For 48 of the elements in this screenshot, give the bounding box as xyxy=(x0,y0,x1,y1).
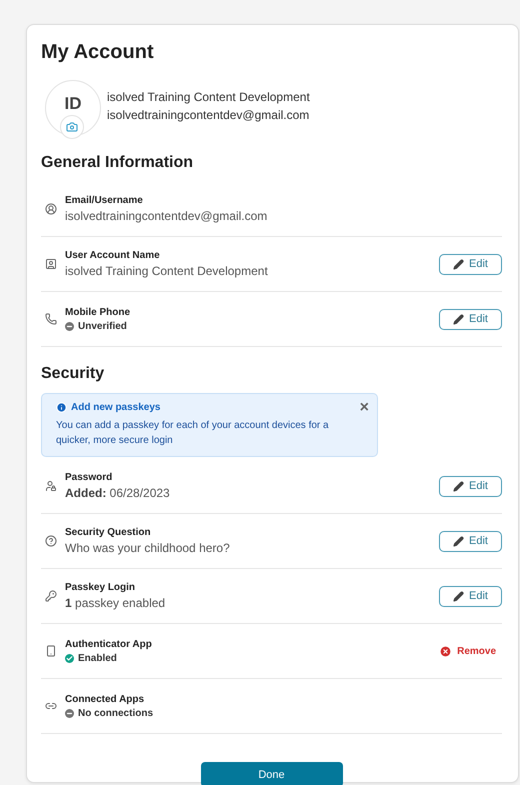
status-text: Unverified xyxy=(78,320,127,332)
field-value: isolvedtrainingcontentdev@gmail.com xyxy=(65,209,268,223)
edit-button[interactable]: Edit xyxy=(439,308,502,330)
pencil-icon xyxy=(453,314,464,324)
field-label: User Account Name xyxy=(65,250,161,261)
edit-button[interactable]: Edit xyxy=(439,530,502,552)
field-label: Mobile Phone xyxy=(65,306,131,318)
field-label: Authenticator App xyxy=(65,638,153,650)
field-value: isolved Training Content Development xyxy=(65,264,269,278)
field-value: Who was your childhood hero? xyxy=(65,541,231,555)
banner-text: You can add a passkey for each of your account devices for a quicker, more secure login xyxy=(56,419,330,448)
pencil-icon xyxy=(453,590,464,602)
user-lock-icon xyxy=(45,480,57,492)
field-label: Email/Username xyxy=(65,195,144,206)
edit-button[interactable]: Edit xyxy=(439,254,502,274)
section-heading: General Information xyxy=(41,154,194,172)
profile-name: isolved Training Content Development xyxy=(107,90,310,104)
avatar-initials: ID xyxy=(64,94,82,114)
banner-title: Add new passkeys xyxy=(71,402,160,413)
question-icon xyxy=(45,535,57,547)
camera-icon[interactable] xyxy=(60,115,84,139)
pencil-icon xyxy=(453,480,464,492)
done-button[interactable]: Done xyxy=(200,762,342,785)
status-text: Enabled xyxy=(78,652,117,664)
key-icon xyxy=(45,590,57,602)
field-label: Security Question xyxy=(65,527,152,538)
x-circle-icon xyxy=(439,644,452,658)
id-card-icon xyxy=(45,258,57,270)
close-button[interactable]: × xyxy=(360,399,369,417)
field-label: Passkey Login xyxy=(65,582,136,593)
section-heading: Security xyxy=(41,365,106,383)
edit-button[interactable]: Edit xyxy=(439,476,502,496)
phone-icon xyxy=(45,313,57,325)
smartphone-icon xyxy=(45,645,57,657)
field-value: 1 passkey enabled xyxy=(65,596,166,610)
info-icon xyxy=(56,402,67,413)
edit-button[interactable]: Edit xyxy=(439,586,502,606)
page-title: My Account xyxy=(41,41,155,64)
field-label: Password xyxy=(65,472,114,483)
status-text: No connections xyxy=(78,708,154,718)
link-icon xyxy=(45,700,57,712)
user-circle-icon xyxy=(45,203,57,215)
remove-button[interactable]: Remove xyxy=(439,644,502,658)
pencil-icon xyxy=(453,258,464,270)
field-value: Added: 06/28/2023 xyxy=(65,486,171,500)
field-label: Connected Apps xyxy=(65,694,146,704)
profile-email: isolvedtrainingcontentdev@gmail.com xyxy=(107,108,310,122)
pencil-icon xyxy=(453,536,464,546)
